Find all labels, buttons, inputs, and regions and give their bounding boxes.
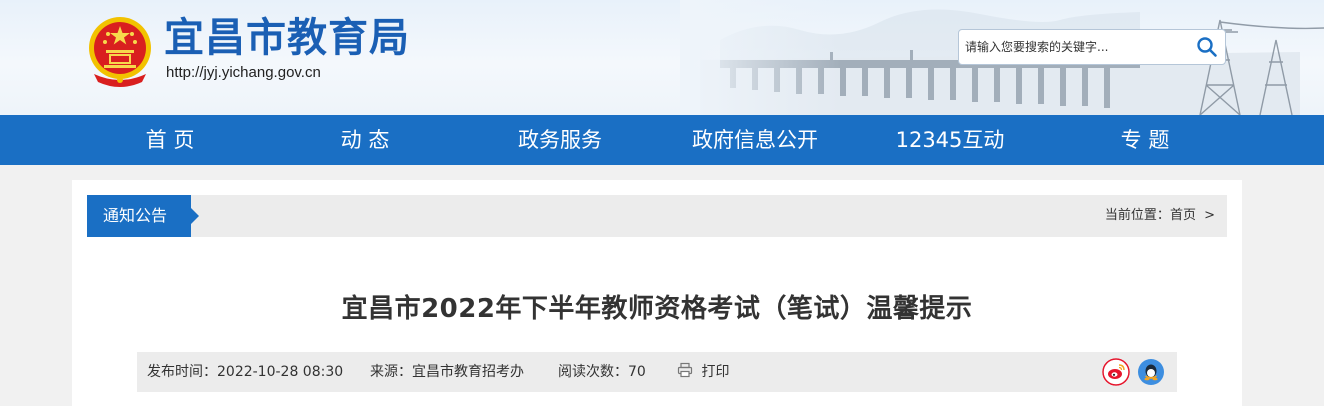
weibo-icon[interactable]: [1102, 358, 1130, 386]
publish-time-label: 发布时间：: [147, 364, 217, 380]
source-label: 来源：: [370, 364, 412, 380]
nav-item-topics[interactable]: 专 题: [1121, 115, 1170, 165]
site-header: 宜昌市教育局 http://jyj.yichang.gov.cn: [0, 0, 1324, 115]
article-title: 宜昌市2022年下半年教师资格考试（笔试）温馨提示: [341, 294, 973, 324]
nav-item-12345[interactable]: 12345互动: [896, 115, 1005, 165]
search-icon: [1197, 37, 1217, 57]
views-label: 阅读次数：: [558, 364, 628, 380]
search-button[interactable]: [1189, 30, 1225, 64]
content-panel: 通知公告 当前位置：首页 > 宜昌市2022年下半年教师资格考试（笔试）温馨提示…: [72, 180, 1242, 406]
views-value: 70: [628, 364, 646, 380]
nav-item-info-disclosure[interactable]: 政府信息公开: [692, 115, 818, 165]
nav-item-services[interactable]: 政务服务: [518, 115, 602, 165]
section-bar: 通知公告 当前位置：首页 >: [87, 195, 1227, 237]
nav-item-news[interactable]: 动 态: [341, 115, 390, 165]
national-emblem-icon: [89, 17, 151, 87]
view-count: 阅读次数：70: [558, 352, 646, 392]
search-input[interactable]: [959, 30, 1189, 64]
site-url[interactable]: http://jyj.yichang.gov.cn: [166, 64, 321, 81]
search-box: [958, 29, 1226, 65]
site-title[interactable]: 宜昌市教育局: [164, 14, 410, 62]
breadcrumb: 当前位置：首页 >: [1105, 195, 1215, 237]
nav-item-home[interactable]: 首 页: [146, 115, 195, 165]
source-value: 宜昌市教育招考办: [412, 364, 524, 380]
breadcrumb-prefix: 当前位置：: [1104, 208, 1170, 223]
article-source: 来源：宜昌市教育招考办: [370, 352, 524, 392]
section-tag[interactable]: 通知公告: [87, 195, 199, 237]
breadcrumb-home-link[interactable]: 首页: [1170, 208, 1196, 223]
publish-time-value: 2022-10-28 08:30: [217, 364, 344, 380]
print-button[interactable]: 打印: [677, 352, 729, 392]
article-meta-bar: 发布时间：2022-10-28 08:30 来源：宜昌市教育招考办 阅读次数：7…: [137, 352, 1177, 392]
print-icon: [677, 362, 693, 378]
breadcrumb-separator: >: [1204, 208, 1215, 223]
main-nav: 首 页 动 态 政务服务 政府信息公开 12345互动 专 题: [0, 115, 1324, 165]
publish-time: 发布时间：2022-10-28 08:30: [147, 352, 343, 392]
print-label: 打印: [701, 364, 730, 380]
qq-icon[interactable]: [1137, 358, 1165, 386]
